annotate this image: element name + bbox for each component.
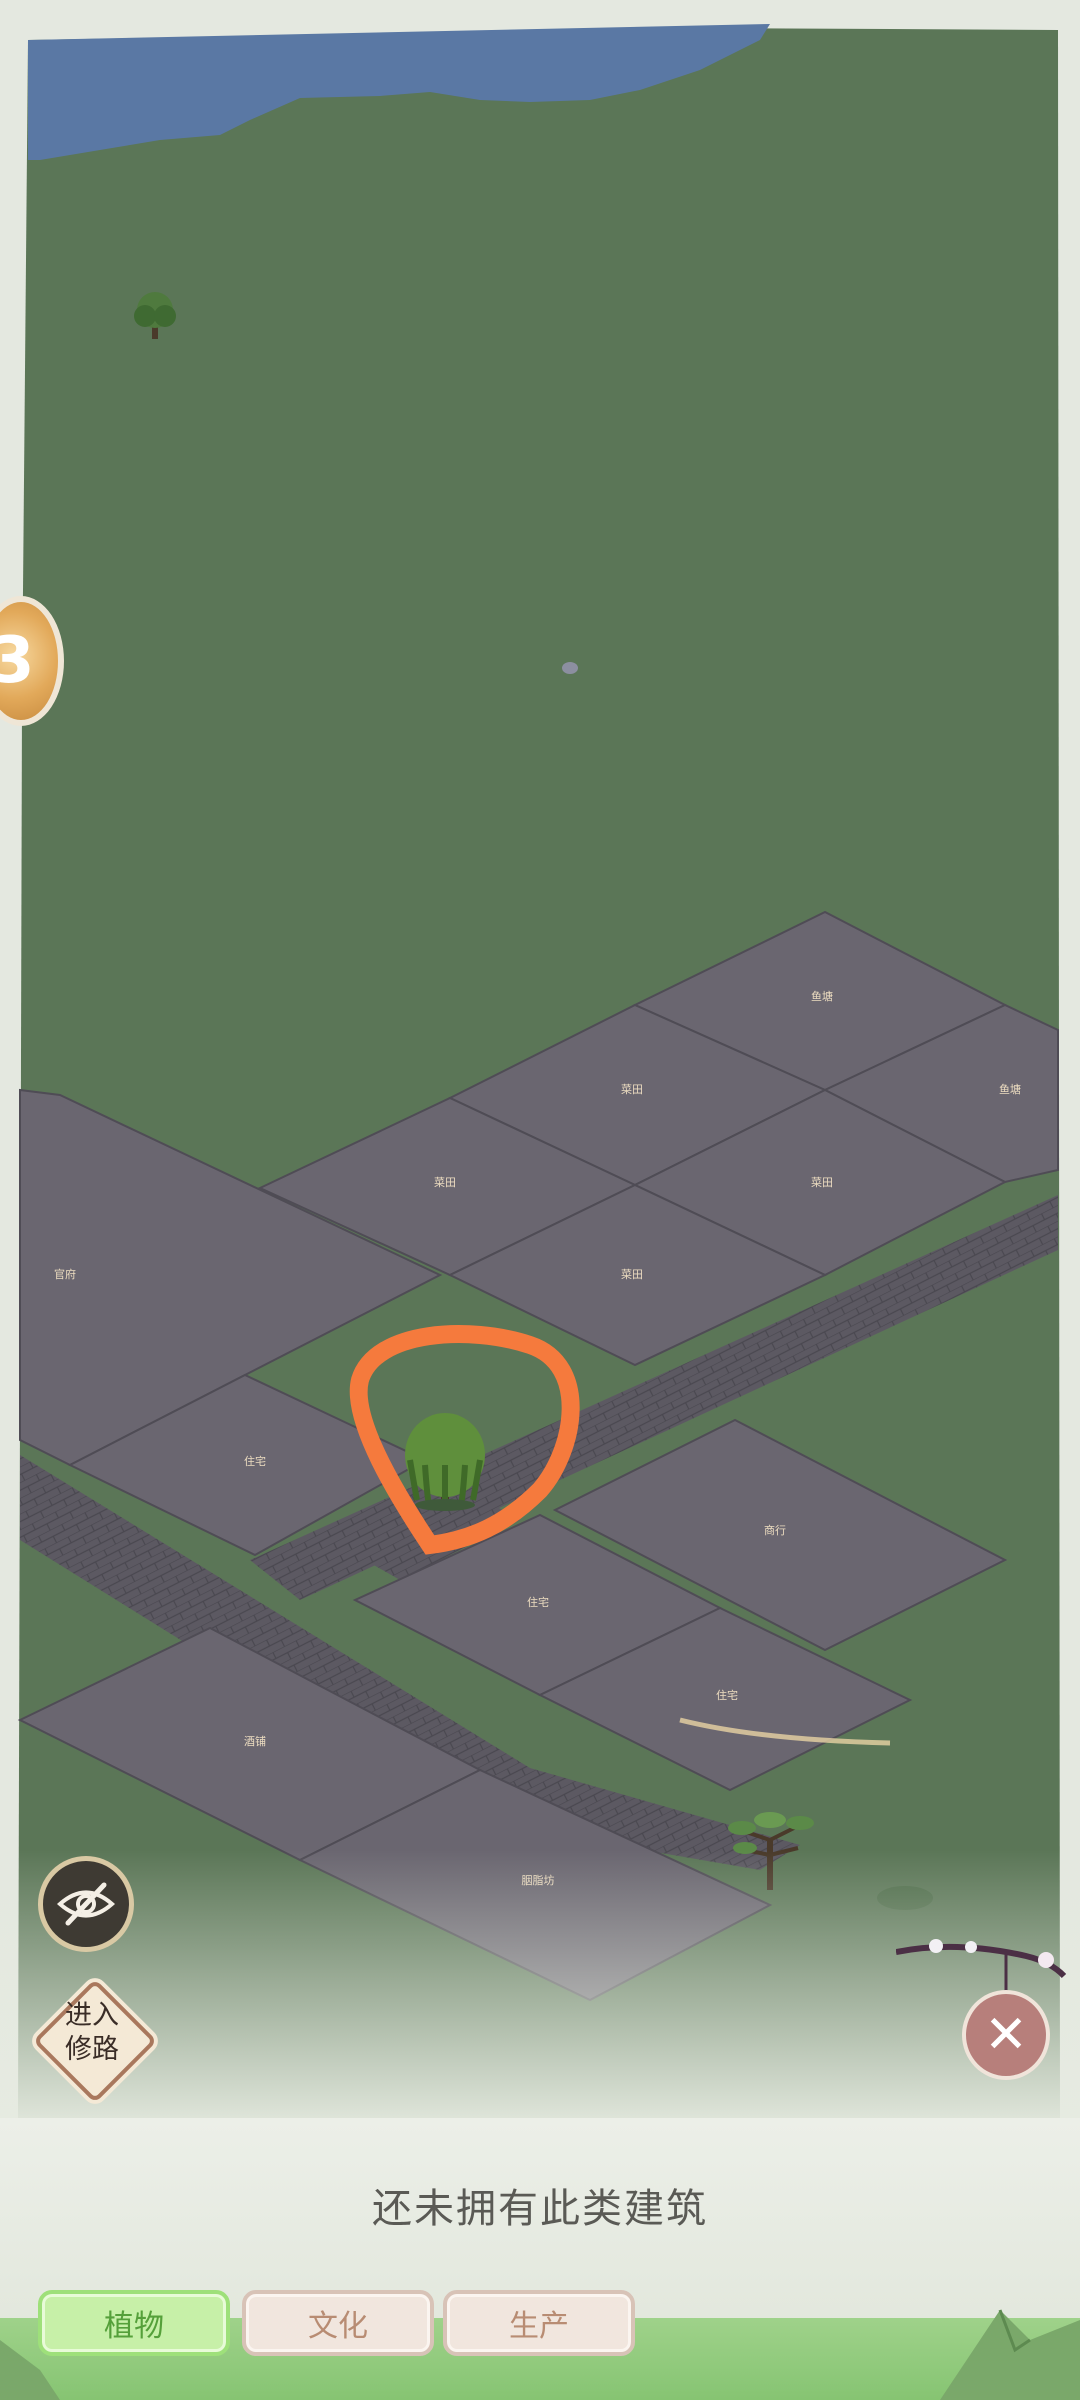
plot-label: 官府	[54, 1267, 76, 1281]
plot-label: 住宅	[244, 1454, 266, 1468]
tab-culture[interactable]: 文化	[242, 2290, 434, 2356]
plot-label: 住宅	[527, 1595, 549, 1609]
willow-tree[interactable]	[405, 1413, 485, 1511]
tab-production[interactable]: 生产	[443, 2290, 635, 2356]
side-event-label: 3	[0, 624, 35, 698]
close-icon: ✕	[984, 2005, 1028, 2065]
game-screen: 鱼塘菜田鱼塘菜田菜田菜田官府住宅商行住宅住宅酒铺胭脂坊	[0, 0, 1080, 2400]
tab-label: 植物	[104, 2309, 164, 2344]
close-button[interactable]: ✕	[962, 1990, 1050, 2080]
plot-label: 酒铺	[244, 1735, 266, 1748]
tab-label: 文化	[308, 2309, 368, 2344]
empty-message: 还未拥有此类建筑	[372, 2186, 708, 2232]
plot-label: 菜田	[621, 1083, 643, 1096]
plot-label: 菜田	[811, 1176, 833, 1189]
hide-ui-button[interactable]	[38, 1856, 134, 1952]
plot-label: 鱼塘	[811, 989, 833, 1003]
plum-branch-decoration	[896, 1939, 1066, 1995]
tab-label: 生产	[509, 2309, 569, 2344]
road-button-label: 进入 修路	[65, 2000, 119, 2065]
plot-label: 鱼塘	[999, 1082, 1021, 1096]
enter-road-build-button[interactable]: 进入 修路	[32, 1978, 158, 2104]
city-map[interactable]: 鱼塘菜田鱼塘菜田菜田菜田官府住宅商行住宅住宅酒铺胭脂坊	[0, 0, 1080, 2400]
eye-slash-icon	[56, 1882, 116, 1926]
plot-label: 商行	[764, 1523, 786, 1537]
plot-label: 菜田	[434, 1176, 456, 1189]
tab-plants[interactable]: 植物	[38, 2290, 230, 2356]
plot-label: 住宅	[716, 1688, 738, 1702]
hill-decoration	[940, 2309, 1080, 2400]
plot-label: 菜田	[621, 1268, 643, 1281]
